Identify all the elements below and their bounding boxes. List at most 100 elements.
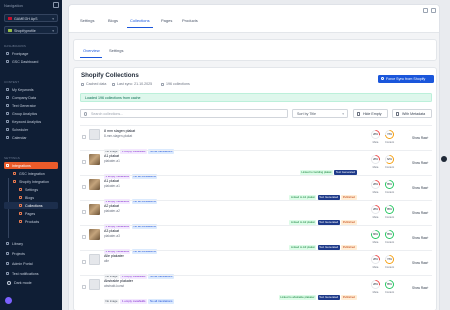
sidebar-item-scheduler[interactable]: Scheduler	[4, 126, 58, 133]
tab-settings[interactable]: Settings	[80, 18, 94, 23]
table-row[interactable]: A1 plakat plakater-a1 1 empty metafields No…	[80, 175, 432, 204]
meta-score-ring: 28%	[371, 180, 380, 189]
content-score-value: 85%	[387, 208, 392, 211]
row-checkbox[interactable]	[82, 135, 86, 139]
show-raw-button[interactable]: Show Raw	[412, 211, 427, 215]
show-raw-button[interactable]: Show Raw	[412, 136, 427, 140]
sidebar-item-text-generator[interactable]: Text Generator	[4, 102, 58, 109]
show-raw-button[interactable]: Show Raw	[412, 261, 427, 265]
sidebar-item-frontpage[interactable]: Frontpage	[4, 50, 58, 57]
chevron-right-icon[interactable]: ›	[427, 235, 428, 240]
collection-title[interactable]: A1 plakat	[104, 154, 119, 158]
collection-title[interactable]: A1 plakat	[104, 179, 119, 183]
row-checkbox[interactable]	[82, 160, 86, 164]
sidebar-item-settings[interactable]: Settings	[4, 186, 58, 193]
sidebar-item-label: Pages	[25, 211, 36, 216]
tab-blogs[interactable]: Blogs	[108, 18, 118, 23]
tab-settings-sub[interactable]: Settings	[109, 48, 123, 53]
row-badges: 1 empty metafields No alt translations	[104, 189, 159, 204]
sidebar: Navigation GAMEGH ApS ▾ Shopifyprofile ▾…	[0, 0, 62, 310]
search-input[interactable]: Search collections...	[80, 109, 288, 118]
sidebar-item-calendar[interactable]: Calendar	[4, 134, 58, 141]
sidebar-item-company-data[interactable]: Company Data	[4, 94, 58, 101]
sidebar-item-integrations[interactable]: Integrations	[4, 162, 58, 169]
content-score-value: 85%	[387, 183, 392, 186]
sidebar-item-collections[interactable]: Collections	[4, 202, 58, 209]
drag-handle[interactable]	[441, 156, 447, 162]
content-score-label: Content	[384, 265, 395, 269]
collection-title[interactable]: 8 mm slagen plakat	[104, 129, 135, 133]
tab-pages[interactable]: Pages	[161, 18, 172, 23]
row-checkbox[interactable]	[82, 185, 86, 189]
collection-title[interactable]: A3 plakat	[104, 229, 119, 233]
sidebar-item-products[interactable]: Products	[4, 218, 58, 225]
collection-title[interactable]: Alle plakater	[104, 254, 124, 258]
table-row[interactable]: Abstrakte plakater abstrakt-kunst No image…	[80, 275, 432, 304]
force-sync-button[interactable]: Force Sync from Shopify	[378, 75, 434, 83]
show-raw-button[interactable]: Show Raw	[412, 161, 427, 165]
sidebar-item-label: Test notifications	[12, 271, 39, 276]
collapse-icon[interactable]	[423, 8, 428, 13]
with-metadata-button[interactable]: With Metadata	[392, 109, 432, 118]
sidebar-item-gsc-integration[interactable]: GSC Integration	[4, 170, 58, 177]
sidebar-item-my-keywords[interactable]: My Keywords	[4, 86, 58, 93]
show-raw-button[interactable]: Show Raw	[412, 186, 427, 190]
show-raw-button[interactable]: Show Raw	[412, 236, 427, 240]
table-row[interactable]: A3 plakat plakater-a3 1 empty metafields No…	[80, 225, 432, 254]
collections-card: Shopify Collections Cached data Last syn…	[73, 67, 437, 310]
sidebar-item-keyword-analytics[interactable]: Keyword Analytics	[4, 118, 58, 125]
chevron-right-icon[interactable]: ›	[427, 260, 428, 265]
sidebar-item-library[interactable]: Library	[4, 240, 58, 247]
chevron-right-icon[interactable]: ›	[427, 160, 428, 165]
row-checkbox[interactable]	[82, 260, 86, 264]
filter-icon	[357, 112, 361, 116]
avatar[interactable]	[5, 297, 12, 304]
sort-select[interactable]: Sort by Title ▾	[292, 109, 348, 118]
chevron-right-icon[interactable]: ›	[427, 285, 428, 290]
row-checkbox[interactable]	[82, 235, 86, 239]
expand-icon[interactable]	[431, 8, 436, 13]
sidebar-item-blogs[interactable]: Blogs	[4, 194, 58, 201]
chevron-right-icon[interactable]: ›	[427, 210, 428, 215]
table-row[interactable]: A2 plakat plakater-a2 1 empty metafields No…	[80, 200, 432, 229]
chevron-right-icon[interactable]: ›	[427, 135, 428, 140]
cached-label: Cached data	[86, 82, 107, 86]
document-icon	[19, 195, 23, 200]
meta-score-value: 28%	[373, 158, 378, 161]
tab-products[interactable]: Products	[182, 18, 198, 23]
sidebar-item-gsc-dashboard[interactable]: GSC Dashboard	[4, 58, 58, 65]
store-select[interactable]: GAMEGH ApS ▾	[4, 14, 58, 22]
row-badges: No image 1 empty metafields No alt transla…	[104, 139, 175, 154]
content-score-ring: 85%	[385, 180, 394, 189]
collection-title[interactable]: A2 plakat	[104, 204, 119, 208]
section-settings: SETTINGS	[4, 156, 20, 160]
table-row[interactable]: A1 plakat plakater-a1 1 empty metafields No…	[80, 150, 432, 179]
dark-mode-toggle[interactable]: Dark mode	[14, 281, 32, 285]
tab-collections[interactable]: Collections	[130, 18, 150, 23]
collapse-sidebar-icon[interactable]	[53, 2, 59, 8]
tab-overview[interactable]: Overview	[83, 48, 100, 53]
hide-empty-button[interactable]: Hide Empty	[353, 109, 388, 118]
clock-icon	[6, 127, 10, 132]
sidebar-item-pages[interactable]: Pages	[4, 210, 58, 217]
sidebar-item-test-notifications[interactable]: Test notifications	[4, 270, 58, 277]
row-checkbox[interactable]	[82, 285, 86, 289]
collection-handle: plakater-a3	[104, 234, 120, 238]
show-raw-button[interactable]: Show Raw	[412, 286, 427, 290]
table-row[interactable]: Alle plakater alle No image 1 empty metafie…	[80, 250, 432, 279]
chevron-right-icon[interactable]: ›	[427, 185, 428, 190]
collection-title[interactable]: Abstrakte plakater	[104, 279, 133, 283]
content-score-label: Content	[384, 140, 395, 144]
meta-score-ring: 28%	[371, 255, 380, 264]
sidebar-item-projects[interactable]: Projects	[4, 250, 58, 257]
chart-icon	[6, 59, 10, 64]
sidebar-item-admin-portal[interactable]: Admin Portal	[4, 260, 58, 267]
row-checkbox[interactable]	[82, 210, 86, 214]
shop-select[interactable]: Shopifyprofile ▾	[4, 26, 58, 34]
sidebar-item-shopify-integration[interactable]: Shopify Integration	[4, 178, 58, 185]
meta-score-label: Meta	[372, 190, 379, 194]
chevron-down-icon: ▾	[342, 112, 344, 116]
table-row[interactable]: 8 mm slagen plakat 8-mm-slagen-plakat No i…	[80, 125, 432, 154]
sidebar-item-group-analytics[interactable]: Group Analytics	[4, 110, 58, 117]
sidebar-item-label: Integrations	[12, 163, 31, 168]
